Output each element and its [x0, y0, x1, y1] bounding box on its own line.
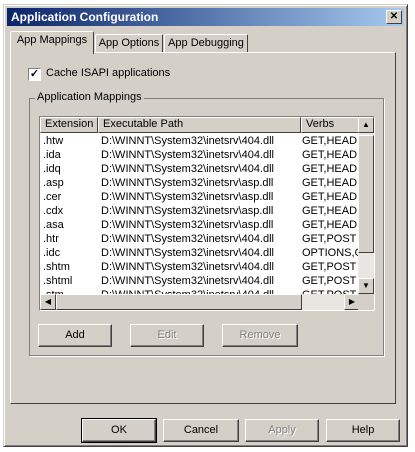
horizontal-scroll-thumb[interactable] [56, 294, 302, 310]
path-cell: D:\WINNT\System32\inetsrv\asp.dll [101, 177, 274, 189]
table-row[interactable]: .asp D:\WINNT\System32\inetsrv\asp.dll GET… [40, 176, 360, 190]
path-cell: D:\WINNT\System32\inetsrv\404.dll [101, 275, 274, 287]
path-cell: D:\WINNT\System32\inetsrv\404.dll [101, 149, 274, 161]
verbs-cell: GET,HEAD [302, 191, 358, 203]
arrow-left-icon: ◀ [44, 297, 52, 306]
arrow-down-icon: ▼ [362, 281, 370, 290]
path-cell: D:\WINNT\System32\inetsrv\404.dll [101, 163, 274, 175]
extension-cell: .htw [43, 135, 64, 147]
tab-app-debugging[interactable]: App Debugging [164, 34, 248, 53]
path-cell: D:\WINNT\System32\inetsrv\asp.dll [101, 219, 274, 231]
arrow-right-icon: ▶ [348, 297, 356, 306]
mappings-list[interactable]: Extension Executable Path Verbs .htw D:\W… [39, 116, 375, 311]
verbs-cell: GET,HEAD [302, 205, 358, 217]
close-button[interactable]: ✕ [386, 10, 402, 24]
verbs-cell: GET,HEAD [302, 135, 358, 147]
verbs-cell: GET,POST [302, 233, 357, 245]
add-button[interactable]: Add [38, 324, 112, 347]
list-rows: .htw D:\WINNT\System32\inetsrv\404.dll GET… [40, 134, 360, 302]
extension-cell: .shtml [43, 275, 73, 287]
extension-cell: .htr [43, 233, 59, 245]
scroll-left-button[interactable]: ◀ [40, 294, 56, 310]
extension-cell: .idc [43, 247, 61, 259]
table-row[interactable]: .asa D:\WINNT\System32\inetsrv\asp.dll GET… [40, 218, 360, 232]
extension-cell: .shtm [43, 261, 70, 273]
path-cell: D:\WINNT\System32\inetsrv\404.dll [101, 135, 274, 147]
tab-label: App Debugging [168, 37, 244, 49]
apply-button[interactable]: Apply [245, 419, 319, 442]
scroll-up-button[interactable]: ▲ [358, 117, 374, 133]
tab-label: App Options [98, 37, 160, 49]
cancel-button[interactable]: Cancel [163, 419, 239, 442]
cache-isapi-checkbox[interactable]: ✓ [28, 68, 41, 81]
extension-cell: .cdx [43, 205, 64, 217]
cache-isapi-label[interactable]: Cache ISAPI applications [46, 67, 170, 79]
table-row[interactable]: .htr D:\WINNT\System32\inetsrv\404.dll GET… [40, 232, 360, 246]
verbs-cell: OPTIONS,G [302, 247, 360, 259]
scrollbar-corner [358, 294, 374, 310]
table-row[interactable]: .idc D:\WINNT\System32\inetsrv\404.dll OPT… [40, 246, 360, 260]
path-cell: D:\WINNT\System32\inetsrv\asp.dll [101, 191, 274, 203]
edit-button[interactable]: Edit [130, 324, 204, 347]
table-row[interactable]: .htw D:\WINNT\System32\inetsrv\404.dll GET… [40, 134, 360, 148]
column-header-extension[interactable]: Extension [40, 117, 98, 133]
extension-cell: .idq [43, 163, 61, 175]
vertical-scrollbar[interactable]: ▲ ▼ [358, 117, 374, 294]
scroll-down-button[interactable]: ▼ [358, 278, 374, 294]
tab-label: App Mappings [16, 34, 88, 46]
list-header: Extension Executable Path Verbs [40, 117, 360, 133]
path-cell: D:\WINNT\System32\inetsrv\asp.dll [101, 205, 274, 217]
verbs-cell: GET,POST [302, 275, 357, 287]
table-row[interactable]: .cdx D:\WINNT\System32\inetsrv\asp.dll GET… [40, 204, 360, 218]
table-row[interactable]: .cer D:\WINNT\System32\inetsrv\asp.dll GET… [40, 190, 360, 204]
window-title: Application Configuration [11, 10, 159, 24]
verbs-cell: GET,HEAD [302, 163, 358, 175]
extension-cell: .cer [43, 191, 62, 203]
table-row[interactable]: .ida D:\WINNT\System32\inetsrv\404.dll GET… [40, 148, 360, 162]
verbs-cell: GET,HEAD [302, 177, 358, 189]
table-row[interactable]: .shtml D:\WINNT\System32\inetsrv\404.dll G… [40, 274, 360, 288]
verbs-cell: GET,HEAD [302, 219, 358, 231]
close-icon: ✕ [389, 11, 399, 22]
help-button[interactable]: Help [326, 419, 400, 442]
table-row[interactable]: .shtm D:\WINNT\System32\inetsrv\404.dll GE… [40, 260, 360, 274]
title-bar[interactable]: Application Configuration ✕ [7, 8, 404, 26]
group-label: Application Mappings [35, 91, 144, 103]
column-header-executable-path[interactable]: Executable Path [98, 117, 301, 133]
verbs-cell: GET,HEAD [302, 149, 358, 161]
extension-cell: .ida [43, 149, 61, 161]
ok-button[interactable]: OK [81, 418, 157, 443]
extension-cell: .asp [43, 177, 64, 189]
remove-button[interactable]: Remove [222, 324, 298, 347]
tab-app-options[interactable]: App Options [95, 34, 163, 53]
path-cell: D:\WINNT\System32\inetsrv\404.dll [101, 247, 274, 259]
tab-app-mappings[interactable]: App Mappings [10, 31, 94, 54]
horizontal-scrollbar[interactable]: ◀ ▶ [40, 294, 360, 310]
extension-cell: .asa [43, 219, 64, 231]
verbs-cell: GET,POST [302, 261, 357, 273]
arrow-up-icon: ▲ [362, 120, 370, 129]
path-cell: D:\WINNT\System32\inetsrv\404.dll [101, 261, 274, 273]
table-row[interactable]: .idq D:\WINNT\System32\inetsrv\404.dll GET… [40, 162, 360, 176]
path-cell: D:\WINNT\System32\inetsrv\404.dll [101, 233, 274, 245]
vertical-scroll-thumb[interactable] [358, 135, 374, 253]
column-header-verbs[interactable]: Verbs [301, 117, 360, 133]
check-mark-icon: ✓ [29, 68, 40, 80]
